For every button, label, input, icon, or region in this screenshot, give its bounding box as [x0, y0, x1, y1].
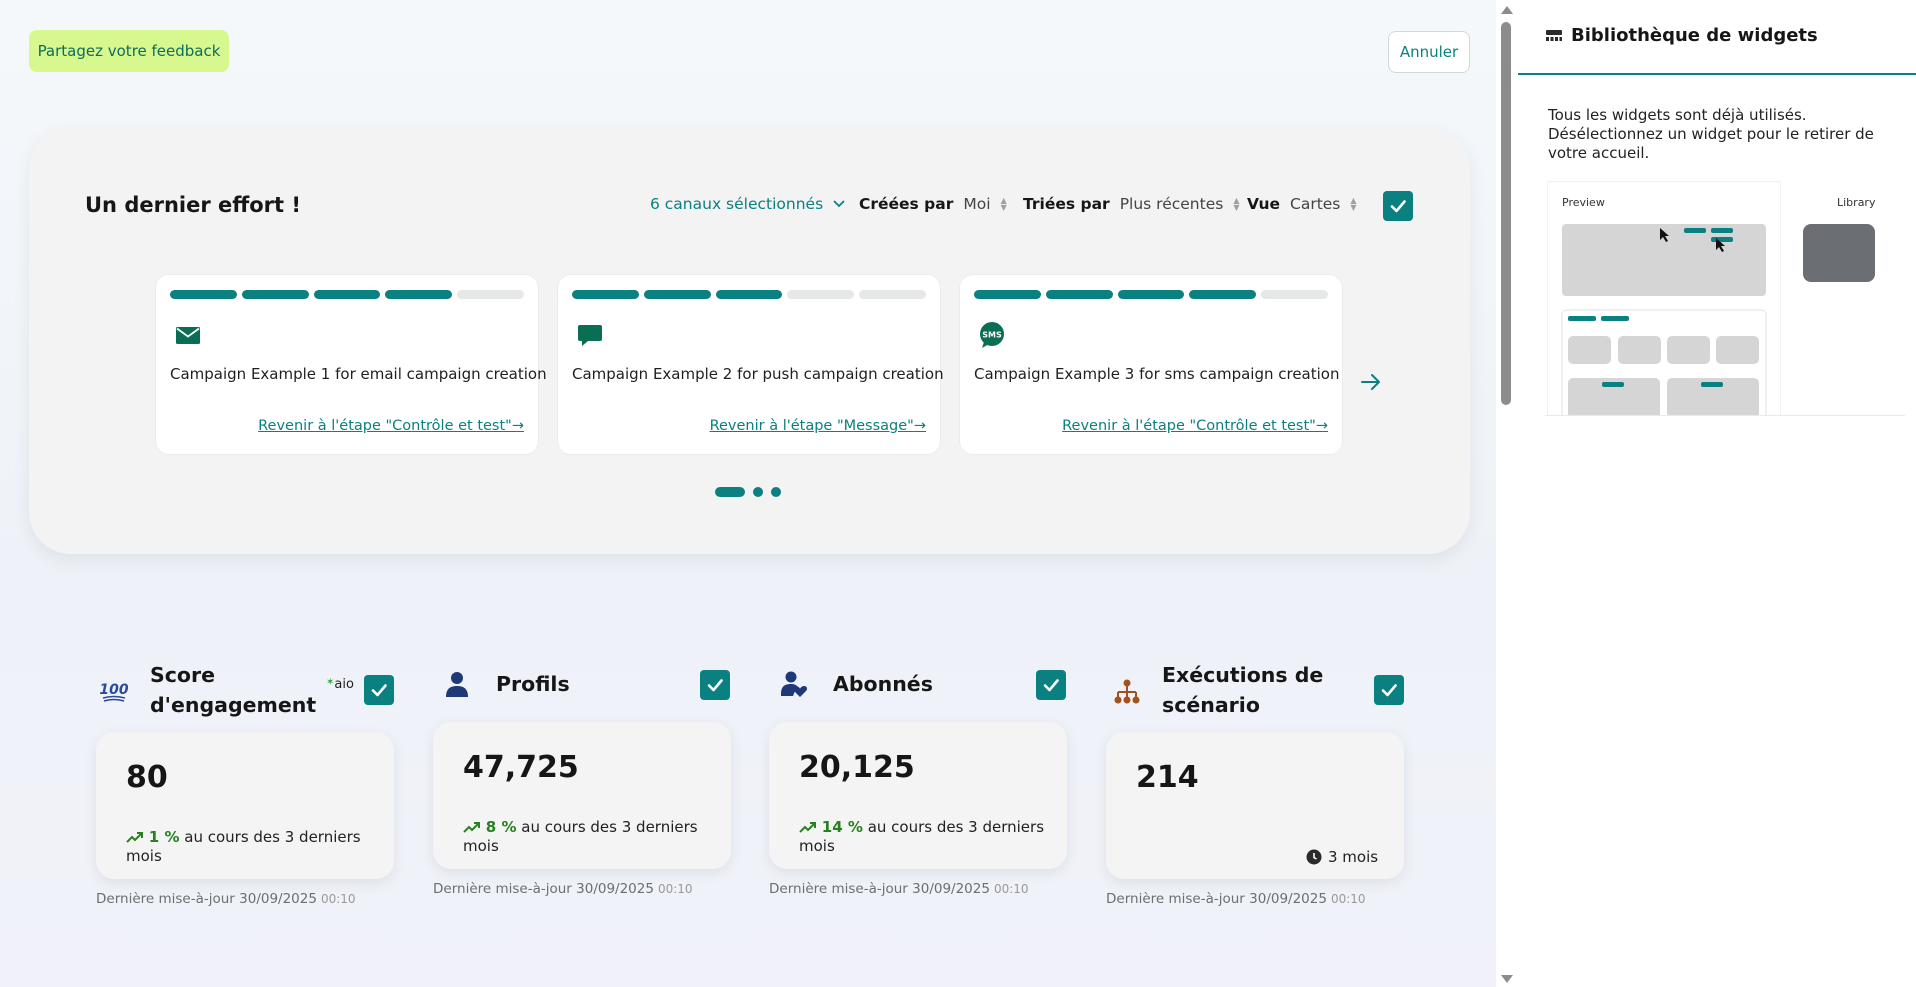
- sorted-by-label: Triées par: [1023, 195, 1110, 213]
- metric-trend: 14 % au cours des 3 derniers mois: [799, 818, 1045, 855]
- email-icon: [176, 327, 200, 344]
- campaign-card[interactable]: Campaign Example 2 for push campaign cre…: [557, 274, 944, 455]
- pagination-dot[interactable]: [753, 487, 763, 497]
- view-select[interactable]: Vue Cartes ▲ ▼: [1247, 195, 1357, 213]
- person-icon: [446, 672, 468, 697]
- library-label: Library: [1837, 196, 1876, 209]
- campaign-resume-link[interactable]: Revenir à l'étape "Contrôle et test"→: [258, 418, 524, 434]
- scenario-tree-icon: [1114, 679, 1140, 704]
- metric-trend: 1 % au cours des 3 derniers mois: [126, 828, 361, 865]
- metric-title: Exécutions de scénario: [1162, 663, 1324, 717]
- campaign-resume-link[interactable]: Revenir à l'étape "Message"→: [710, 418, 926, 434]
- sort-arrows-icon: ▲ ▼: [1233, 196, 1240, 212]
- metric-select-checkbox[interactable]: [700, 670, 730, 700]
- scroll-down-arrow-icon[interactable]: [1501, 975, 1513, 983]
- metric-select-checkbox[interactable]: [1374, 675, 1404, 705]
- view-label: Vue: [1247, 195, 1280, 213]
- last-update: Dernière mise-à-jour 30/09/2025 00:10: [433, 881, 693, 897]
- layout-preview-image: [1561, 224, 1767, 415]
- trend-up-icon: [126, 832, 143, 843]
- widget-library-panel: Bibliothèque de widgets Tous les widgets…: [1518, 0, 1916, 987]
- main-area: Partagez votre feedback Annuler Un derni…: [0, 0, 1496, 987]
- check-icon: [1390, 200, 1406, 213]
- last-update: Dernière mise-à-jour 30/09/2025 00:10: [96, 891, 356, 907]
- campaign-name: Campaign Example 1 for email campaign cr…: [170, 365, 547, 383]
- panel-description: Tous les widgets sont déjà utilisés. Dés…: [1548, 106, 1874, 162]
- campaign-progress: [572, 290, 926, 299]
- widget-title: Un dernier effort !: [85, 193, 301, 217]
- panel-divider: [1545, 415, 1905, 416]
- widget-select-checkbox[interactable]: [1383, 191, 1413, 221]
- trend-up-icon: [463, 822, 480, 833]
- last-update: Dernière mise-à-jour 30/09/2025 00:10: [769, 881, 1029, 897]
- metric-card: 214 3 mois: [1106, 732, 1404, 879]
- check-icon: [371, 684, 387, 697]
- created-by-value: Moi: [963, 195, 991, 213]
- campaign-progress: [974, 290, 1328, 299]
- campaign-resume-link[interactable]: Revenir à l'étape "Contrôle et test"→: [1062, 418, 1328, 434]
- metric-value: 47,725: [463, 750, 579, 785]
- metric-select-checkbox[interactable]: [1036, 670, 1066, 700]
- check-icon: [707, 679, 723, 692]
- pagination-dot-active[interactable]: [715, 487, 745, 497]
- channels-dropdown[interactable]: 6 canaux sélectionnés: [650, 195, 845, 213]
- panel-header: Bibliothèque de widgets: [1545, 25, 1818, 46]
- view-value: Cartes: [1290, 195, 1341, 213]
- campaign-card[interactable]: Campaign Example 1 for email campaign cr…: [155, 274, 547, 455]
- scroll-up-arrow-icon[interactable]: [1501, 6, 1513, 14]
- scroll-thumb[interactable]: [1501, 22, 1511, 405]
- aio-badge: ✶aio: [326, 677, 354, 692]
- widget-library-icon: [1546, 29, 1562, 41]
- campaign-name: Campaign Example 2 for push campaign cre…: [572, 365, 944, 383]
- chevron-down-icon: [833, 197, 845, 211]
- preview-illustration: Preview: [1548, 182, 1780, 415]
- panel-title: Bibliothèque de widgets: [1571, 25, 1818, 46]
- svg-text:100: 100: [100, 682, 128, 698]
- trend-up-icon: [799, 822, 816, 833]
- sorted-by-select[interactable]: Triées par Plus récentes ▲ ▼: [1023, 195, 1239, 213]
- library-widget-thumbnail[interactable]: [1803, 224, 1875, 282]
- metric-card: 80 1 % au cours des 3 derniers mois: [96, 732, 394, 879]
- metric-title: Abonnés: [833, 672, 933, 696]
- hundred-points-icon: 100: [100, 682, 128, 702]
- check-icon: [1381, 684, 1397, 697]
- sms-icon: SMS: [980, 322, 1004, 348]
- metric-trend: 8 % au cours des 3 derniers mois: [463, 818, 698, 855]
- metric-card: 20,125 14 % au cours des 3 derniers mois: [769, 722, 1067, 869]
- arrow-right-icon[interactable]: [1359, 370, 1383, 394]
- metric-value: 214: [1136, 760, 1199, 795]
- metric-value: 20,125: [799, 750, 915, 785]
- carousel-pagination: [715, 487, 781, 497]
- scrollbar[interactable]: [1496, 0, 1518, 987]
- last-update: Dernière mise-à-jour 30/09/2025 00:10: [1106, 891, 1366, 907]
- subscriber-heart-icon: [781, 671, 808, 697]
- metric-title: Score d'engagement: [150, 663, 317, 717]
- created-by-label: Créées par: [859, 195, 954, 213]
- campaign-name: Campaign Example 3 for sms campaign crea…: [974, 365, 1340, 383]
- svg-text:SMS: SMS: [982, 331, 1002, 340]
- campaign-progress: [170, 290, 524, 299]
- metric-title: Profils: [496, 672, 570, 696]
- sorted-by-value: Plus récentes: [1119, 195, 1224, 213]
- created-by-select[interactable]: Créées par Moi ▲ ▼: [859, 195, 1007, 213]
- metric-card: 47,725 8 % au cours des 3 derniers mois: [433, 722, 731, 869]
- channels-label: 6 canaux sélectionnés: [650, 195, 824, 213]
- check-icon: [1043, 679, 1059, 692]
- metric-select-checkbox[interactable]: [364, 675, 394, 705]
- campaign-card[interactable]: SMS Campaign Example 3 for sms campaign …: [959, 274, 1343, 455]
- cancel-button[interactable]: Annuler: [1388, 31, 1470, 73]
- sort-arrows-icon: ▲ ▼: [1350, 196, 1357, 212]
- clock-icon: [1306, 849, 1322, 865]
- metric-value: 80: [126, 760, 168, 795]
- panel-divider: [1518, 73, 1916, 75]
- pagination-dot[interactable]: [771, 487, 781, 497]
- push-chat-icon: [578, 325, 602, 346]
- feedback-button[interactable]: Partagez votre feedback: [29, 30, 229, 72]
- period-indicator: 3 mois: [1306, 848, 1378, 866]
- sort-arrows-icon: ▲ ▼: [1000, 196, 1007, 212]
